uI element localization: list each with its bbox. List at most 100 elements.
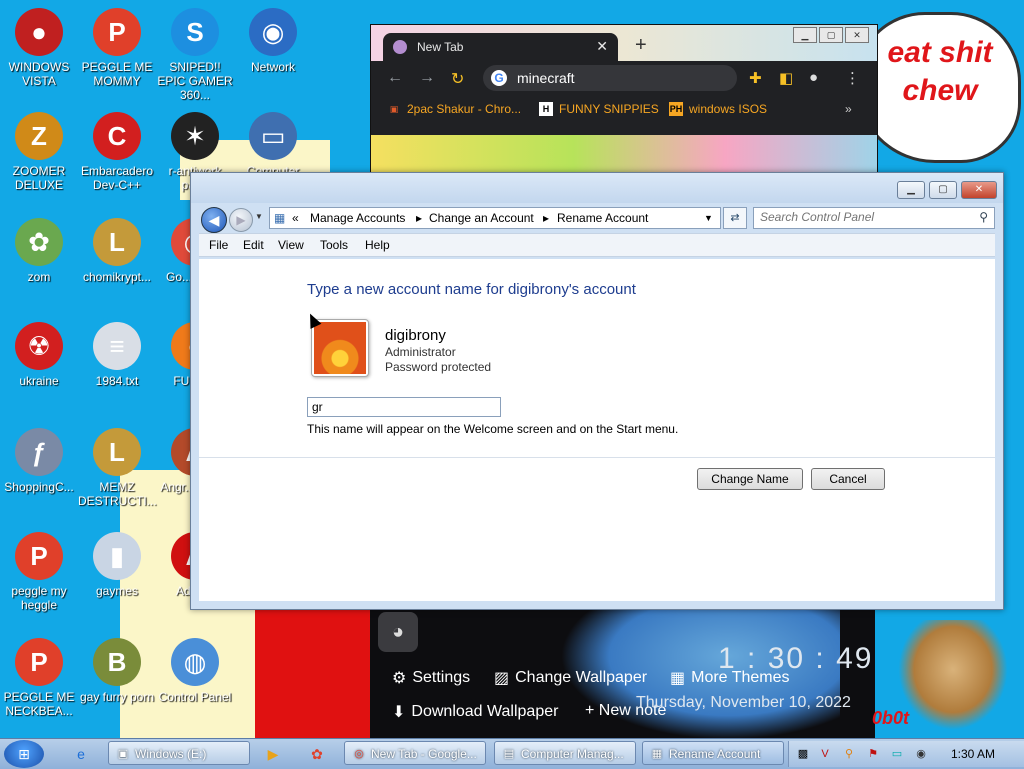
bookmarks-overflow-icon[interactable]: »	[845, 102, 852, 116]
internet-explorer-icon[interactable]: e	[70, 743, 92, 765]
breadcrumb-separator-icon[interactable]: ▸	[543, 211, 549, 225]
taskbar-button-active[interactable]: ▦ Rename Account	[642, 741, 784, 765]
cancel-button[interactable]: Cancel	[811, 468, 885, 490]
desktop-icon[interactable]: ✿ zom	[0, 218, 78, 284]
desktop-icon[interactable]: ◍ Control Panel	[156, 638, 234, 704]
history-dropdown-icon[interactable]: ▼	[255, 212, 263, 221]
kebab-menu-icon[interactable]: ⋮	[845, 69, 860, 87]
maximize-button[interactable]: ▢	[929, 181, 957, 199]
minimize-button[interactable]: ▁	[897, 181, 925, 199]
address-dropdown-icon[interactable]: ▼	[704, 213, 713, 223]
desktop-icon[interactable]: Bgay furry porn	[78, 638, 156, 704]
taskbar-button[interactable]: ▤ Computer Manag...	[494, 741, 636, 765]
chrome-window[interactable]: New Tab ✕ + ▁ ▢ ✕ ← → ↻ G minecraft ✚ ◧ …	[370, 24, 878, 176]
desktop-icon[interactable]: ☢ ukraine	[0, 322, 78, 388]
desktop-icon[interactable]: S SNIPED!! EPIC GAMER 360...	[156, 8, 234, 102]
menu-tools[interactable]: Tools	[320, 238, 348, 252]
bot-text: 0b0t	[872, 708, 910, 728]
breadcrumb-item[interactable]: Change an Account	[429, 211, 534, 225]
desktop-icon[interactable]: Ppeggle my heggle	[0, 532, 78, 612]
reddit-icon[interactable]: ◕	[378, 612, 418, 652]
desktop-icon[interactable]: P PEGGLE ME MOMMY	[78, 8, 156, 88]
desktop-icon-image-icon: ◍	[171, 638, 219, 686]
media-player-icon[interactable]: ▶	[262, 743, 284, 765]
new-account-name-input[interactable]	[307, 397, 501, 417]
widget-change-wallpaper[interactable]: ▨ Change Wallpaper	[494, 668, 647, 688]
desktop-icon-image-icon: S	[171, 8, 219, 56]
bookmark-item[interactable]: H FUNNY SNIPPIES	[539, 102, 659, 116]
desktop-icon[interactable]: ▮ gaymes	[78, 532, 156, 598]
breadcrumb-item[interactable]: Rename Account	[557, 211, 648, 225]
widget-date: Thursday, November 10, 2022	[636, 694, 851, 711]
taskbar: ⊞ e ▣ Windows (E:) ▶ ✿ ◎ New Tab - Googl…	[0, 738, 1024, 769]
breadcrumb-item[interactable]: Manage Accounts	[310, 211, 405, 225]
tray-search-icon[interactable]: ⚲	[841, 746, 857, 762]
search-icon[interactable]: ⚲	[979, 210, 988, 224]
menu-view[interactable]: View	[278, 238, 304, 252]
side-panel-icon[interactable]: ◧	[779, 69, 793, 87]
desktop-icon[interactable]: P PEGGLE ME NECKBEA...	[0, 638, 78, 718]
desktop-icon-label: Network	[250, 60, 295, 74]
refresh-icon[interactable]: ⇄	[723, 207, 747, 229]
taskbar-button-label: Rename Account	[669, 747, 761, 761]
desktop-icon-label: SNIPED!! EPIC GAMER 360...	[157, 60, 233, 102]
computer-management-icon: ▤	[503, 748, 515, 760]
bookmark-item[interactable]: PH windows ISOS	[669, 102, 767, 116]
menu-edit[interactable]: Edit	[243, 238, 264, 252]
bookmark-favicon-icon: H	[539, 102, 553, 116]
start-button[interactable]: ⊞	[4, 740, 44, 768]
taskbar-button[interactable]: ◎ New Tab - Google...	[344, 741, 486, 765]
search-box[interactable]: ⚲	[753, 207, 995, 229]
desktop-icon-label: Control Panel	[158, 690, 232, 704]
close-button[interactable]: ✕	[845, 27, 869, 43]
forward-arrow-icon[interactable]: →	[419, 69, 435, 87]
profile-avatar-icon[interactable]: ●	[809, 69, 818, 86]
tray-v-icon[interactable]: V	[817, 746, 833, 762]
widget-download-wallpaper[interactable]: ⬇ Download Wallpaper	[392, 702, 558, 722]
menu-help[interactable]: Help	[365, 238, 390, 252]
chrome-tab[interactable]: New Tab ✕	[383, 33, 618, 61]
desktop-icon-label: peggle my heggle	[11, 584, 67, 612]
tray-display-icon[interactable]: ▭	[889, 746, 905, 762]
taskbar-clock[interactable]: 1:30 AM	[951, 747, 995, 761]
address-bar[interactable]: ▦ « Manage Accounts ▸ Change an Account …	[269, 207, 721, 229]
desktop-icon[interactable]: ▭ Computer	[234, 112, 312, 178]
breadcrumb-overflow[interactable]: «	[292, 211, 299, 225]
search-input[interactable]	[754, 208, 965, 226]
desktop-icon-image-icon: Z	[15, 112, 63, 160]
desktop-icon[interactable]: Lchomikrypt...	[78, 218, 156, 284]
desktop-icon[interactable]: ● WINDOWS VISTA	[0, 8, 78, 88]
app-icon[interactable]: ✿	[306, 743, 328, 765]
desktop-icon[interactable]: ◉ Network	[234, 8, 312, 74]
desktop-icon[interactable]: Z ZOOMER DELUXE	[0, 112, 78, 192]
tray-volume-icon[interactable]: ◉	[913, 746, 929, 762]
tray-flag-icon[interactable]: ⚑	[865, 746, 881, 762]
bookmark-item[interactable]: ▣ 2pac Shakur - Chro...	[387, 102, 521, 116]
desktop-icon[interactable]: ≡ 1984.txt	[78, 322, 156, 388]
breadcrumb-separator-icon[interactable]: ▸	[416, 211, 422, 225]
minimize-button[interactable]: ▁	[793, 27, 817, 43]
change-name-button[interactable]: Change Name	[697, 468, 803, 490]
hamster-image	[898, 620, 1008, 730]
taskbar-button[interactable]: ▣ Windows (E:)	[108, 741, 250, 765]
desktop-icon-label: PEGGLE ME NECKBEA...	[3, 690, 75, 718]
omnibox[interactable]: G minecraft	[483, 65, 737, 91]
bookmark-favicon-icon: ▣	[389, 104, 399, 114]
desktop-icon[interactable]: L MEMZ DESTRUCTI...	[78, 428, 157, 508]
tab-close-icon[interactable]: ✕	[596, 38, 608, 55]
desktop-icon-label: ukraine	[19, 374, 59, 388]
widget-settings[interactable]: ⚙ Settings	[392, 668, 470, 688]
menu-file[interactable]: File	[209, 238, 228, 252]
desktop-icon[interactable]: C Embarcadero Dev-C++	[78, 112, 156, 192]
tray-app-icon[interactable]: ▩	[795, 746, 811, 762]
maximize-button[interactable]: ▢	[819, 27, 843, 43]
control-panel-window: ▁ ▢ ✕ ◀ ▶ ▼ ▦ « Manage Accounts ▸ Change…	[190, 172, 1004, 610]
reload-icon[interactable]: ↻	[451, 69, 464, 89]
back-arrow-icon[interactable]: ←	[387, 69, 403, 87]
extensions-puzzle-icon[interactable]: ✚	[749, 69, 762, 87]
desktop-icon[interactable]: ƒ ShoppingC...	[0, 428, 78, 494]
forward-arrow-icon[interactable]: ▶	[229, 208, 253, 232]
back-arrow-icon[interactable]: ◀	[201, 207, 227, 233]
new-tab-button[interactable]: +	[635, 34, 647, 57]
close-button[interactable]: ✕	[961, 181, 997, 199]
